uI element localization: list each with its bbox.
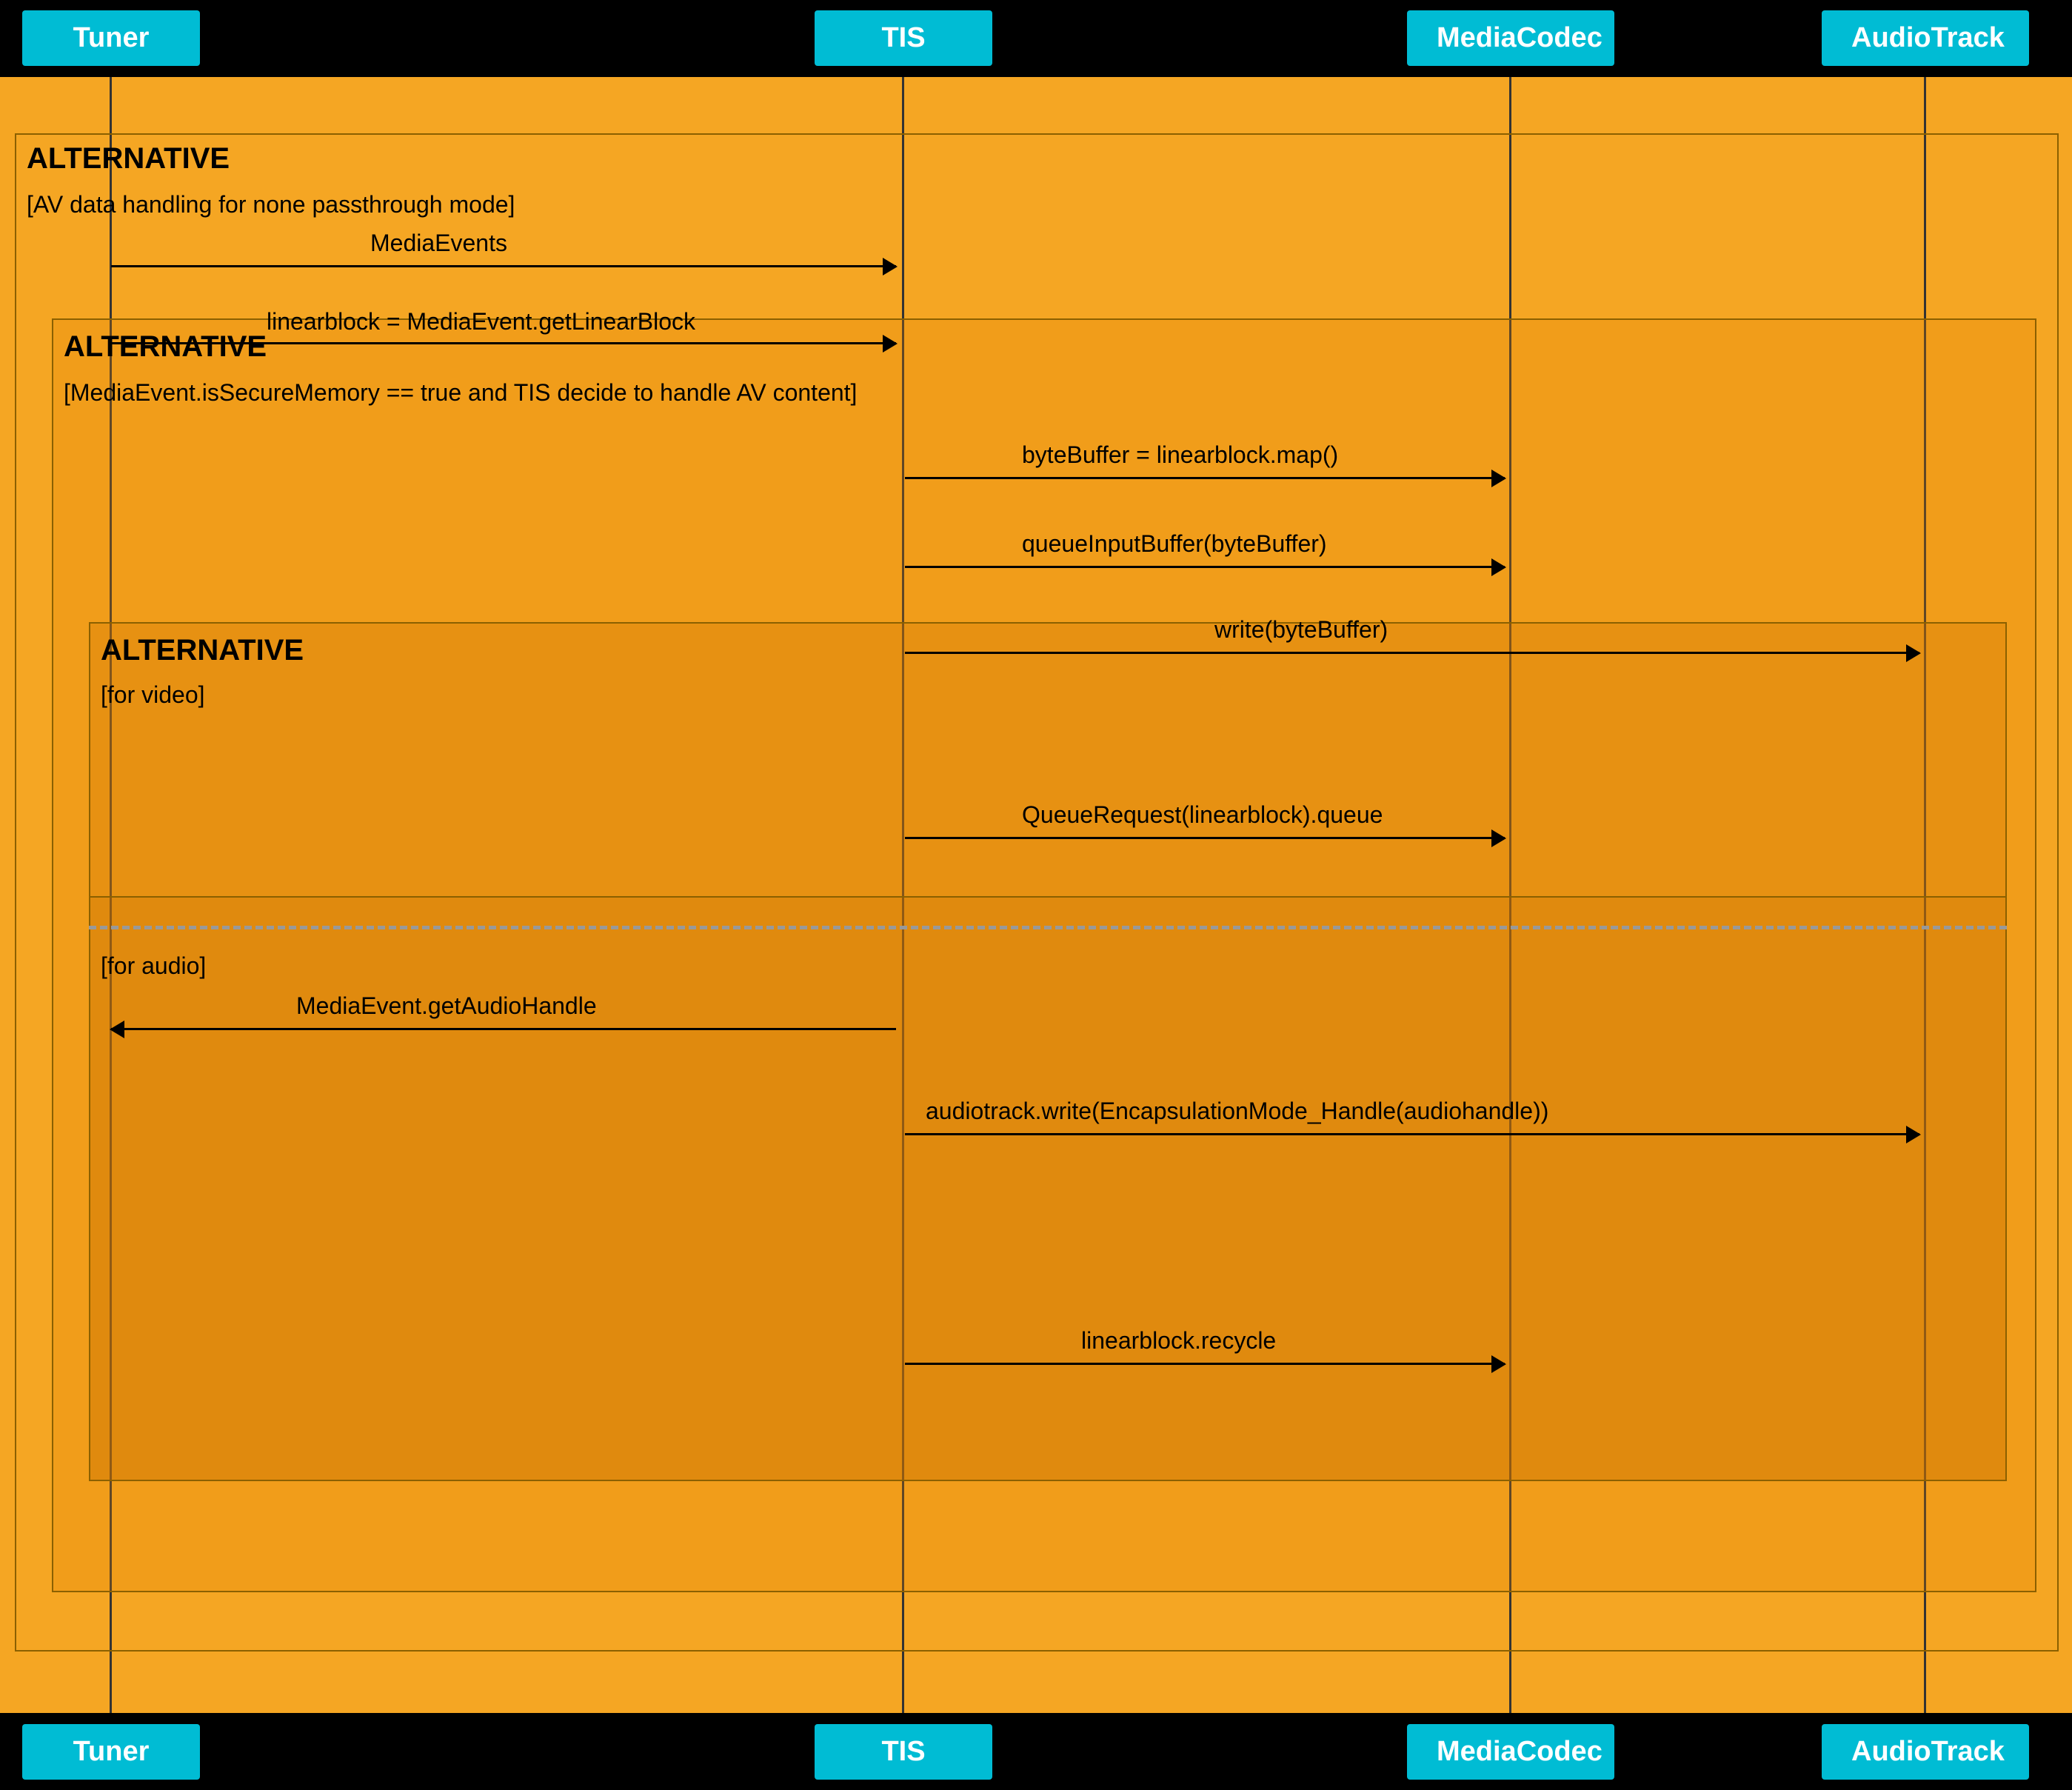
arrow-queue-input: [905, 566, 1505, 568]
actors-top-bar: [0, 0, 2072, 77]
alt-label-2: ALTERNATIVE: [64, 330, 267, 364]
alt-condition-2: [MediaEvent.isSecureMemory == true and T…: [64, 379, 857, 407]
actor-tis-top: TIS: [815, 10, 992, 66]
actor-mediacodec-top: MediaCodec: [1407, 10, 1614, 66]
arrow-byte-buffer-label: byteBuffer = linearblock.map(): [1022, 441, 1338, 469]
arrow-media-events: [111, 265, 896, 267]
arrow-queue-request: [905, 837, 1505, 839]
arrow-linearblock-recycle: [905, 1363, 1505, 1365]
alt-label-3: ALTERNATIVE: [101, 634, 304, 667]
alt-label-1: ALTERNATIVE: [27, 142, 230, 176]
sequence-diagram: Tuner TIS MediaCodec AudioTrack ALTERNAT…: [0, 0, 2072, 1790]
arrow-queue-input-label: queueInputBuffer(byteBuffer): [1022, 530, 1327, 558]
actor-tis-bottom: TIS: [815, 1724, 992, 1780]
arrow-audiotrack-write-label: audiotrack.write(EncapsulationMode_Handl…: [926, 1098, 1548, 1125]
alt-condition-3b: [for audio]: [101, 952, 206, 980]
arrow-audiotrack-write: [905, 1133, 1919, 1135]
alt-condition-1: [AV data handling for none passthrough m…: [27, 191, 515, 218]
arrow-linear-block-label: linearblock = MediaEvent.getLinearBlock: [267, 308, 695, 335]
arrow-get-audio-handle: [111, 1028, 896, 1030]
actor-tuner-bottom: Tuner: [22, 1724, 200, 1780]
actor-mediacodec-bottom: MediaCodec: [1407, 1724, 1614, 1780]
alt-frame-3-audio: [89, 896, 2007, 1481]
actor-audiotrack-bottom: AudioTrack: [1822, 1724, 2029, 1780]
actor-audiotrack-top: AudioTrack: [1822, 10, 2029, 66]
arrow-byte-buffer: [905, 477, 1505, 479]
arrow-linearblock-recycle-label: linearblock.recycle: [1081, 1327, 1276, 1355]
dashed-divider: [89, 926, 2007, 929]
arrow-get-audio-handle-label: MediaEvent.getAudioHandle: [296, 992, 597, 1020]
actors-bottom-bar: [0, 1713, 2072, 1790]
arrow-write-bytebuffer: [905, 652, 1919, 654]
arrow-write-bytebuffer-label: write(byteBuffer): [1214, 616, 1388, 644]
actor-tuner-top: Tuner: [22, 10, 200, 66]
arrow-media-events-label: MediaEvents: [370, 230, 507, 257]
alt-condition-3a: [for video]: [101, 681, 205, 709]
arrow-queue-request-label: QueueRequest(linearblock).queue: [1022, 801, 1383, 829]
